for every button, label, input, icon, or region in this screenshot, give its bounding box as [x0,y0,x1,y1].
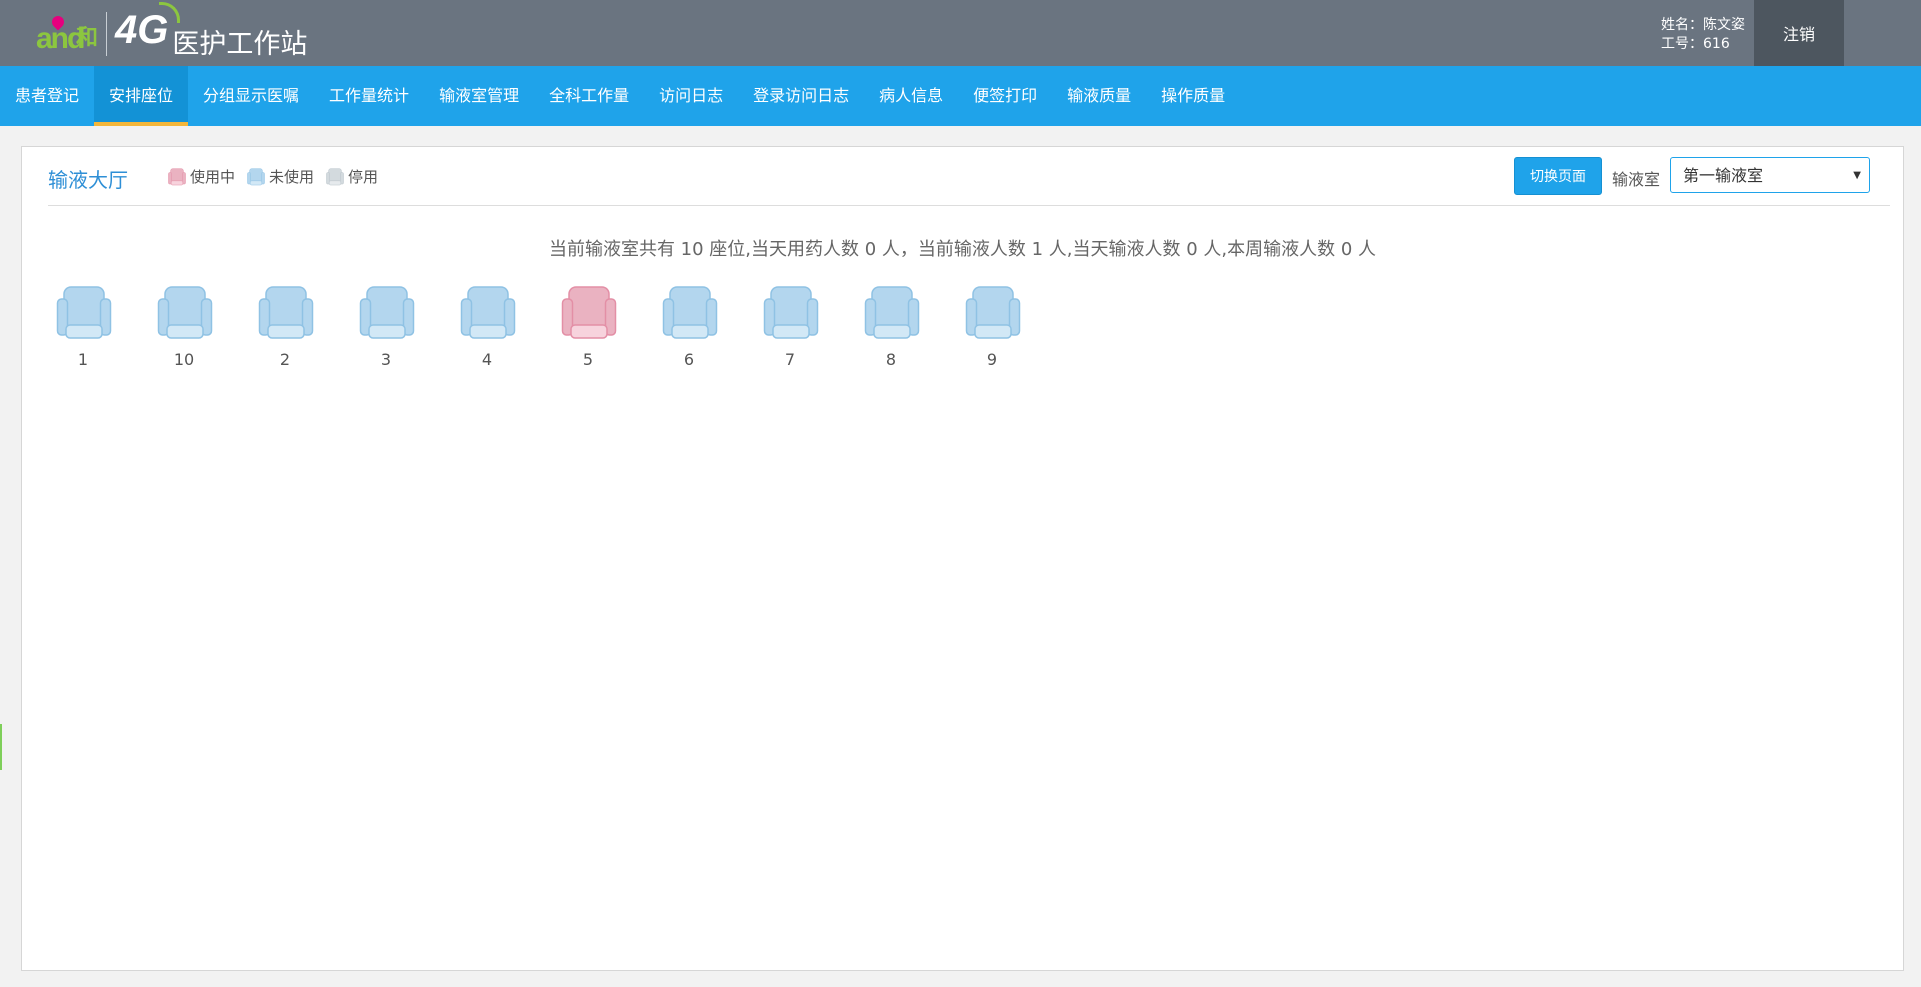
logo-brand-char: 和 [76,26,99,51]
panel-header: 输液大厅 使用中 未使用 停用 切换页面 输液室 第一输液室 ▼ [48,147,1890,206]
nav-tab-0[interactable]: 患者登记 [0,66,94,126]
nav-tab-3[interactable]: 工作量统计 [314,66,424,126]
nav-tab-11[interactable]: 操作质量 [1146,66,1240,126]
and-he-logo: and 和 [36,13,100,60]
seat-2[interactable]: 2 [257,285,358,369]
infusion-hall-panel: 输液大厅 使用中 未使用 停用 切换页面 输液室 第一输液室 ▼ 当前输液室共有 1… [21,146,1904,971]
seat-in-use-icon [168,167,186,186]
room-select[interactable]: 第一输液室 ▼ [1670,157,1870,193]
armchair-icon [561,285,617,345]
signal-arc-icon [159,2,181,23]
user-name: 姓名：陈文姿 [1661,17,1745,33]
chevron-down-icon: ▼ [1853,170,1861,181]
armchair-icon [763,285,819,345]
nav-tab-1[interactable]: 安排座位 [94,66,189,126]
armchair-icon [359,285,415,345]
seat-number: 4 [481,350,493,369]
logout-button[interactable]: 注销 [1754,0,1844,66]
user-id: 工号：616 [1661,36,1730,52]
seat-number: 2 [279,350,291,369]
seat-1[interactable]: 1 [55,285,156,369]
armchair-icon [258,285,314,345]
user-info: 姓名：陈文姿 工号：616 [1661,16,1745,54]
seat-grid: 1 10 2 3 4 5 6 7 8 9 [55,285,1065,369]
seat-free-icon [247,167,265,186]
seat-number: 1 [77,350,89,369]
seat-number: 8 [885,350,897,369]
armchair-icon [56,285,112,345]
nav-tab-4[interactable]: 输液室管理 [424,66,534,126]
seat-4[interactable]: 4 [459,285,560,369]
infusion-summary: 当前输液室共有 10 座位,当天用药人数 0 人，当前输液人数 1 人,当天输液… [548,239,1377,260]
armchair-icon [965,285,1021,345]
legend-label: 停用 [348,168,379,186]
seat-legend: 使用中 未使用 停用 [168,166,390,187]
nav-tab-6[interactable]: 访问日志 [644,66,738,126]
main-nav: 患者登记 安排座位 分组显示医嘱 工作量统计 输液室管理 全科工作量 访问日志 登录访问日志病… [0,66,1921,126]
seat-9[interactable]: 9 [964,285,1065,369]
nav-tab-7[interactable]: 登录访问日志 [738,66,864,126]
seat-number: 5 [582,350,594,369]
room-label: 输液室 [1611,170,1660,189]
legend-label: 未使用 [269,168,315,186]
nav-tab-2[interactable]: 分组显示医嘱 [188,66,314,126]
seat-number: 6 [683,350,695,369]
seat-3[interactable]: 3 [358,285,459,369]
nav-tab-10[interactable]: 输液质量 [1052,66,1146,126]
logo-divider [106,12,107,56]
seat-number: 3 [380,350,392,369]
seat-10[interactable]: 10 [156,285,257,369]
seat-number: 7 [784,350,796,369]
nav-tab-9[interactable]: 便签打印 [958,66,1052,126]
legend-label: 使用中 [190,168,236,186]
seat-7[interactable]: 7 [762,285,863,369]
nav-tab-5[interactable]: 全科工作量 [534,66,644,126]
seat-number: 9 [986,350,998,369]
seat-8[interactable]: 8 [863,285,964,369]
app-title: 医护工作站 [172,29,308,60]
armchair-icon [157,285,213,345]
brand-logo: and 和 4G 医护工作站 [36,2,308,60]
switch-page-button[interactable]: 切换页面 [1514,157,1602,195]
room-select-value: 第一输液室 [1683,166,1764,185]
legend-item-in-use: 使用中 [168,166,235,187]
armchair-icon [460,285,516,345]
seat-5[interactable]: 5 [560,285,661,369]
seat-disabled-icon [326,167,344,186]
legend-item-free: 未使用 [247,166,314,187]
armchair-icon [662,285,718,345]
logo-4g: 4G [115,2,181,50]
edge-marker [0,724,2,770]
armchair-icon [864,285,920,345]
seat-number: 10 [173,350,195,369]
seat-6[interactable]: 6 [661,285,762,369]
nav-tab-8[interactable]: 病人信息 [864,66,958,126]
top-header: and 和 4G 医护工作站 姓名：陈文姿 工号：616 注销 [0,0,1921,66]
legend-item-disabled: 停用 [326,166,378,187]
panel-title: 输液大厅 [48,168,128,192]
